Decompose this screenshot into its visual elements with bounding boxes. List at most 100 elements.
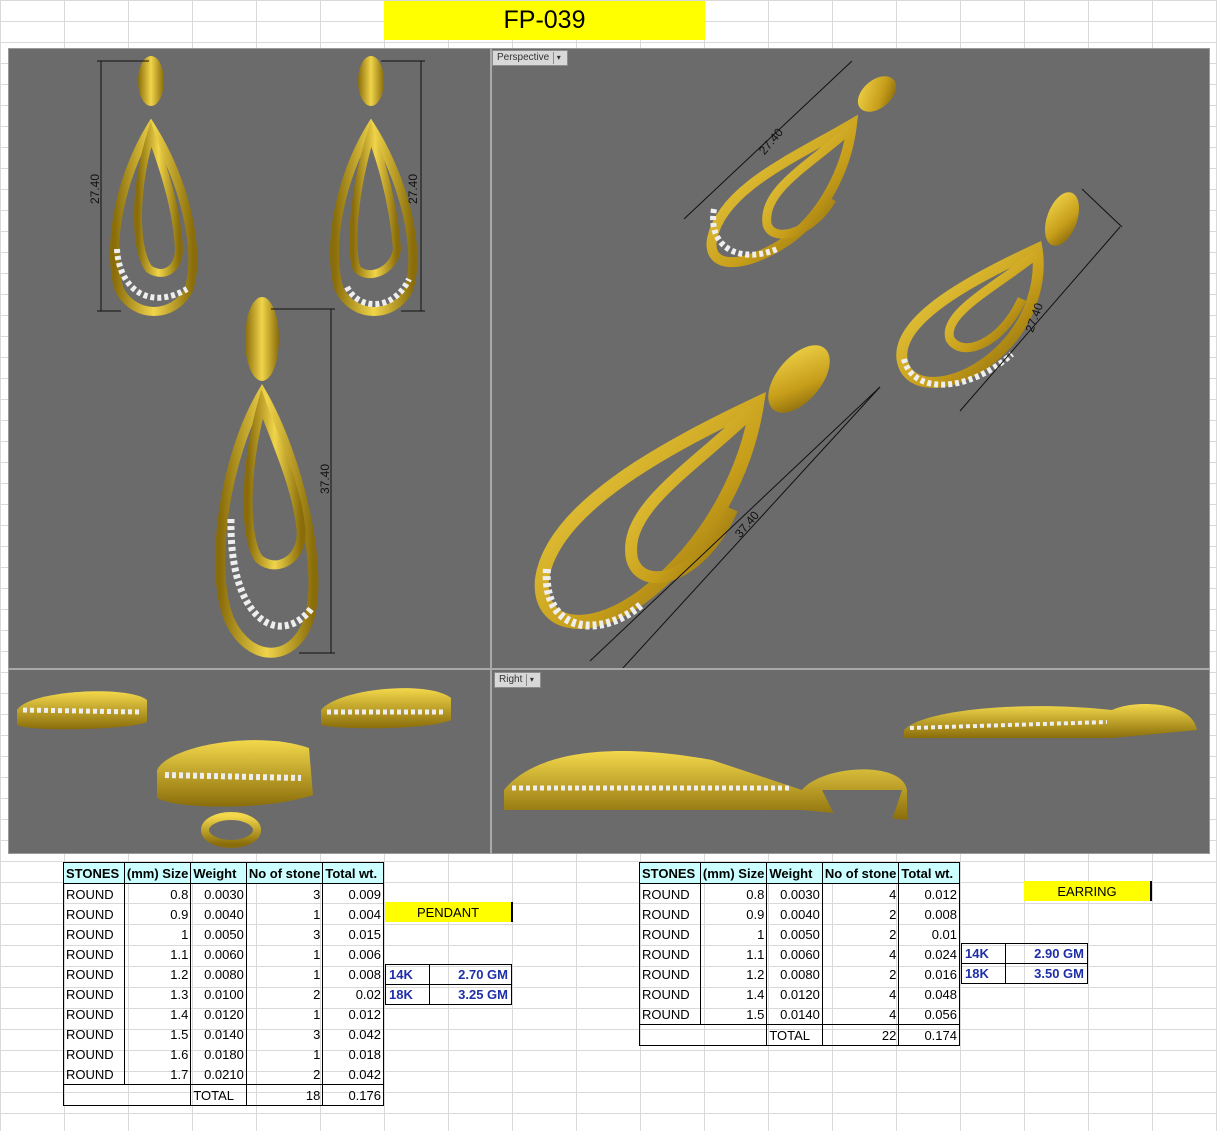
table-cell[interactable]: ROUND [63,964,125,984]
table-cell[interactable]: 0.0050 [190,924,247,944]
chevron-down-icon[interactable]: ▾ [553,52,563,64]
table-cell[interactable]: 1.2 [123,964,192,984]
table-cell[interactable]: 1.1 [123,944,192,964]
table-cell[interactable]: ROUND [63,924,125,944]
table-cell[interactable]: 0.016 [898,964,960,984]
total-cell[interactable]: 18 [245,1084,324,1106]
table-cell[interactable]: 0.015 [322,924,384,944]
total-cell[interactable]: TOTAL [766,1024,823,1046]
table-cell[interactable]: 0.008 [322,964,384,984]
table-cell[interactable]: ROUND [639,924,701,944]
table-cell[interactable]: 1.5 [123,1024,192,1044]
top-view-viewport[interactable] [9,670,490,853]
table-cell[interactable]: 1.4 [123,1004,192,1024]
perspective-viewport-tab[interactable]: Perspective ▾ [492,50,569,66]
table-cell[interactable]: 0.8 [699,883,768,904]
table-cell[interactable]: ROUND [63,1044,125,1064]
table-cell[interactable]: 0.012 [898,883,960,904]
table-cell[interactable]: 0.004 [322,904,384,924]
table-cell[interactable]: 0.9 [123,904,192,924]
table-cell[interactable]: 0.01 [898,924,960,944]
table-cell[interactable]: 1 [245,944,324,964]
table-cell[interactable]: 0.8 [123,883,192,904]
table-cell[interactable]: 0.0080 [766,964,823,984]
table-cell[interactable]: 2 [821,904,900,924]
total-cell[interactable] [62,1084,192,1106]
table-cell[interactable]: 1.6 [123,1044,192,1064]
table-cell[interactable]: ROUND [639,964,701,984]
table-cell[interactable]: 0.006 [322,944,384,964]
table-cell[interactable]: ROUND [63,984,125,1004]
table-cell[interactable]: 0.0140 [766,1004,823,1025]
table-cell[interactable]: ROUND [63,904,125,924]
table-cell[interactable]: 0.042 [322,1064,384,1085]
table-cell[interactable]: 1 [245,1044,324,1064]
viewport-divider-horizontal[interactable] [8,668,1210,670]
table-cell[interactable]: 0.0050 [766,924,823,944]
table-cell[interactable]: 4 [821,1004,900,1025]
table-cell[interactable]: 0.0140 [190,1024,247,1044]
table-cell[interactable]: 0.012 [322,1004,384,1024]
table-cell[interactable]: 4 [821,944,900,964]
table-cell[interactable]: ROUND [63,883,125,904]
table-cell[interactable]: 0.0210 [190,1064,247,1085]
table-cell[interactable]: 0.0180 [190,1044,247,1064]
table-cell[interactable]: ROUND [63,1064,125,1085]
table-cell[interactable]: 2 [821,924,900,944]
table-cell[interactable]: 2 [245,1064,324,1085]
table-cell[interactable]: 1.5 [699,1004,768,1025]
total-cell[interactable]: TOTAL [190,1084,247,1106]
table-cell[interactable]: ROUND [63,1004,125,1024]
table-cell[interactable]: 0.0030 [190,883,247,904]
table-cell[interactable]: ROUND [639,883,701,904]
table-cell[interactable]: ROUND [63,1024,125,1044]
table-cell[interactable]: 4 [821,883,900,904]
table-cell[interactable]: 0.0080 [190,964,247,984]
table-cell[interactable]: 0.0040 [766,904,823,924]
perspective-viewport[interactable]: 27.40 27.40 37.40 [492,49,1210,668]
table-cell[interactable]: 2 [245,984,324,1004]
table-cell[interactable]: 0.009 [322,883,384,904]
front-view-viewport[interactable]: 27.40 27.40 37.40 [9,49,490,668]
table-cell[interactable]: 1 [699,924,768,944]
table-cell[interactable]: 1 [245,1004,324,1024]
table-cell[interactable]: 0.0120 [766,984,823,1004]
table-cell[interactable]: 1 [245,904,324,924]
table-cell[interactable]: 0.0100 [190,984,247,1004]
table-cell[interactable]: 3 [245,883,324,904]
table-cell[interactable]: ROUND [639,944,701,964]
table-cell[interactable]: ROUND [63,944,125,964]
table-cell[interactable]: 0.008 [898,904,960,924]
right-viewport-tab[interactable]: Right ▾ [494,672,542,688]
chevron-down-icon[interactable]: ▾ [526,674,536,686]
table-cell[interactable]: ROUND [639,984,701,1004]
total-cell[interactable]: 22 [821,1024,900,1046]
table-cell[interactable]: 0.9 [699,904,768,924]
table-cell[interactable]: 0.056 [898,1004,960,1025]
table-cell[interactable]: 0.018 [322,1044,384,1064]
table-cell[interactable]: 2 [821,964,900,984]
total-cell[interactable] [638,1024,768,1046]
table-cell[interactable]: 1.4 [699,984,768,1004]
table-cell[interactable]: 1.7 [123,1064,192,1085]
table-cell[interactable]: 1 [245,964,324,984]
table-cell[interactable]: 0.02 [322,984,384,1004]
table-cell[interactable]: 0.0060 [766,944,823,964]
table-cell[interactable]: 1 [123,924,192,944]
table-cell[interactable]: 0.0120 [190,1004,247,1024]
right-view-viewport[interactable] [492,670,1210,853]
table-cell[interactable]: ROUND [639,1004,701,1025]
total-cell[interactable]: 0.174 [898,1024,960,1046]
table-cell[interactable]: 3 [245,1024,324,1044]
table-cell[interactable]: 1.1 [699,944,768,964]
table-cell[interactable]: ROUND [639,904,701,924]
table-cell[interactable]: 1.2 [699,964,768,984]
table-cell[interactable]: 0.0030 [766,883,823,904]
total-cell[interactable]: 0.176 [322,1084,384,1106]
table-cell[interactable]: 0.0040 [190,904,247,924]
table-cell[interactable]: 4 [821,984,900,1004]
table-cell[interactable]: 1.3 [123,984,192,1004]
table-cell[interactable]: 0.024 [898,944,960,964]
table-cell[interactable]: 0.0060 [190,944,247,964]
table-cell[interactable]: 0.042 [322,1024,384,1044]
